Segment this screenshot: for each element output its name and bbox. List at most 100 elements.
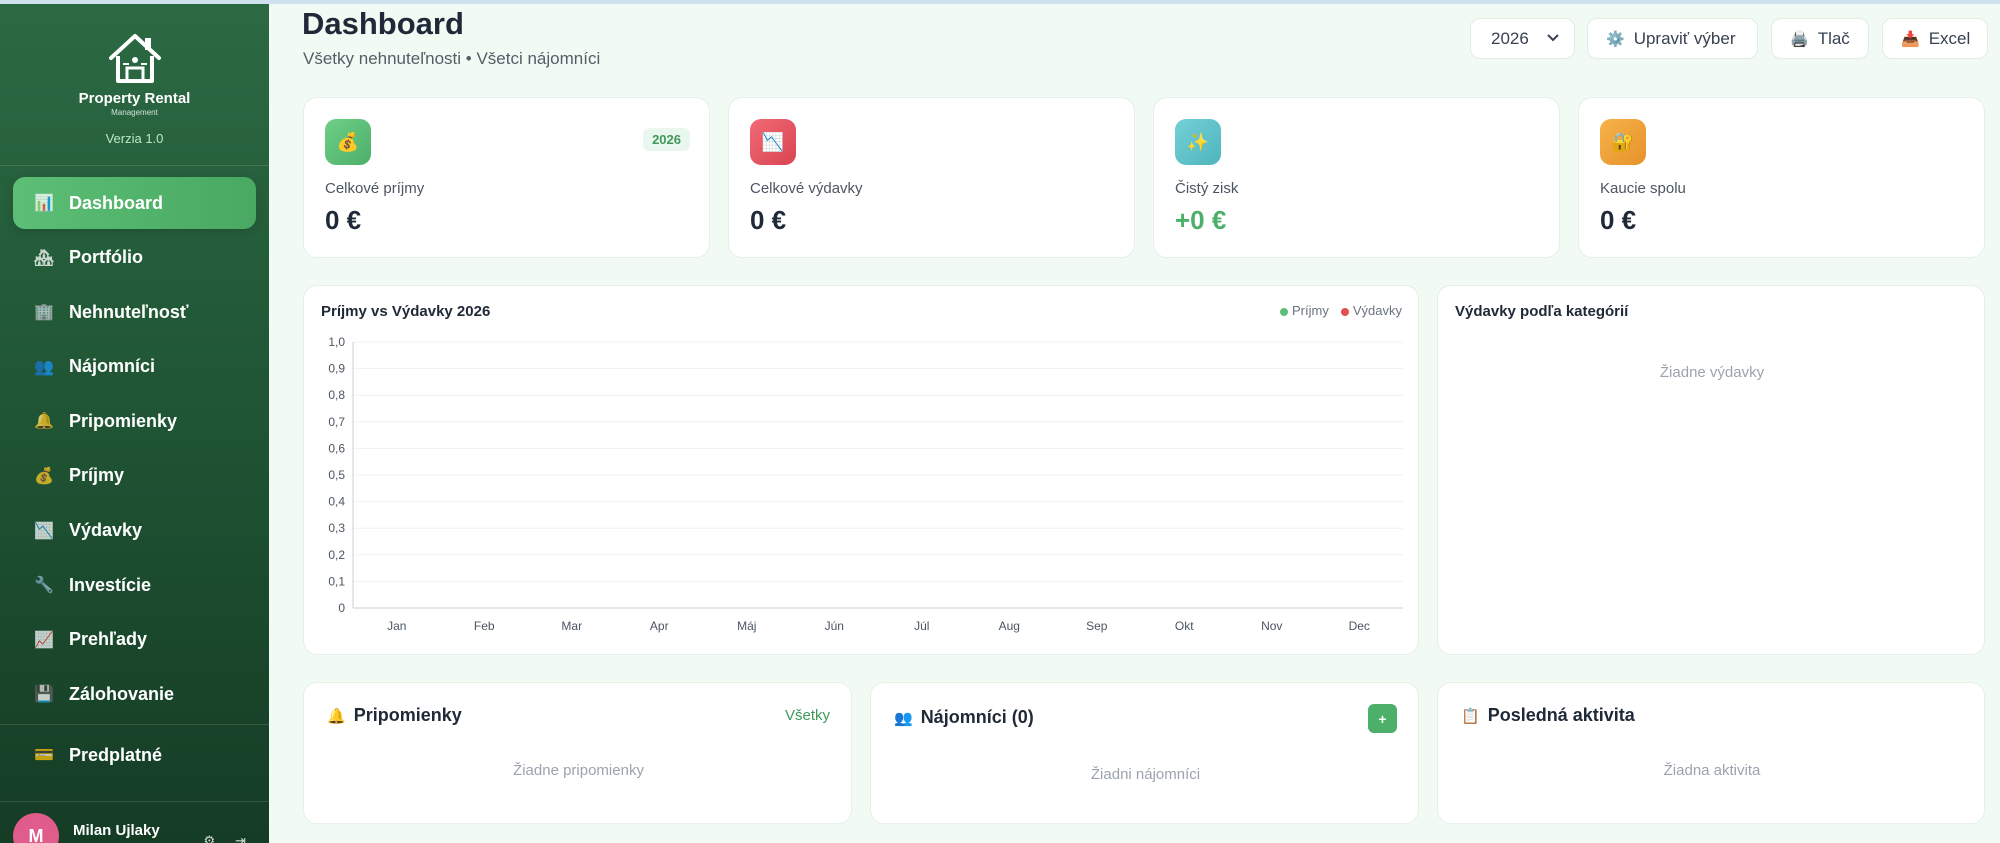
sidebar-item-label: Výdavky bbox=[69, 520, 143, 541]
sidebar-divider bbox=[0, 801, 269, 802]
building-icon: 🏢 bbox=[34, 304, 54, 322]
print-button[interactable]: 🖨️ Tlač bbox=[1771, 18, 1869, 59]
y-tick-label: 0,6 bbox=[328, 441, 345, 455]
sidebar-item-label: Príjmy bbox=[69, 465, 125, 486]
brand-name: Property Rental bbox=[78, 90, 191, 107]
sparkles-icon: ✨ bbox=[1175, 119, 1221, 165]
stat-label: Celkové príjmy bbox=[325, 180, 425, 197]
stat-label: Čistý zisk bbox=[1175, 180, 1239, 197]
x-tick-label: Nov bbox=[1261, 619, 1282, 633]
sidebar-nav: 📊 Dashboard 🏘 Portfólio 🏢 Nehnuteľnosť 👥 Náj… bbox=[13, 177, 256, 723]
sidebar-item-dashboard[interactable]: 📊 Dashboard bbox=[13, 177, 256, 229]
panel-title-label: Posledná aktivita bbox=[1487, 705, 1635, 725]
stat-icon-glyph: 🔐 bbox=[1611, 131, 1635, 152]
panel-title-label: Nájomníci (0) bbox=[920, 707, 1034, 727]
stat-label: Celkové výdavky bbox=[750, 180, 863, 197]
sidebar-item-expenses[interactable]: 📉 Výdavky bbox=[13, 505, 256, 557]
money-bag-icon: 💰 bbox=[325, 119, 371, 165]
avatar[interactable]: M bbox=[13, 813, 59, 843]
stat-card-expenses: 📉 Celkové výdavky 0 € bbox=[728, 97, 1135, 258]
stat-value: 0 € bbox=[750, 205, 787, 235]
edit-selection-label: Upraviť výber bbox=[1633, 28, 1736, 48]
chart-down-icon: 📉 bbox=[750, 119, 796, 165]
sidebar-item-backup[interactable]: 💾 Zálohovanie bbox=[13, 668, 256, 720]
stat-label: Kaucie spolu bbox=[1600, 180, 1686, 197]
panel-title: 📋 Posledná aktivita bbox=[1461, 705, 1635, 726]
user-actions: ⚙ ⇥ bbox=[203, 833, 246, 843]
y-tick-label: 0,2 bbox=[328, 548, 345, 562]
year-select[interactable]: 2026 bbox=[1470, 18, 1575, 59]
floppy-disk-icon: 💾 bbox=[34, 686, 54, 704]
sidebar-item-property[interactable]: 🏢 Nehnuteľnosť bbox=[13, 286, 256, 338]
x-tick-label: Jún bbox=[825, 619, 844, 633]
y-tick-label: 0,4 bbox=[328, 495, 345, 509]
sidebar-item-label: Zálohovanie bbox=[69, 683, 175, 704]
empty-state: Žiadni nájomníci bbox=[1090, 766, 1201, 783]
sidebar-item-label: Prehľady bbox=[69, 629, 147, 650]
houses-icon: 🏘 bbox=[33, 249, 55, 267]
logout-icon[interactable]: ⇥ bbox=[235, 833, 246, 843]
credit-card-icon: 💳 bbox=[34, 747, 54, 764]
panel-title: Výdavky podľa kategórií bbox=[1455, 303, 1629, 320]
y-tick-label: 1,0 bbox=[328, 335, 345, 349]
y-tick-label: 0,7 bbox=[328, 415, 345, 429]
sidebar-item-subscription[interactable]: 💳 Predplatné bbox=[13, 729, 256, 781]
sidebar-item-label: Pripomienky bbox=[69, 410, 178, 431]
sidebar-item-label: Investície bbox=[69, 574, 152, 595]
y-tick-label: 0,5 bbox=[328, 468, 345, 482]
people-icon: 👥 bbox=[894, 709, 913, 727]
sidebar-divider bbox=[0, 724, 269, 725]
x-tick-label: Mar bbox=[561, 619, 582, 633]
line-chart: 0 0,1 0,2 0,3 0,4 0,5 0,6 0,7 0,8 0,9 1,0 Jan Feb Mar… bbox=[328, 335, 1403, 633]
add-tenant-button[interactable]: + bbox=[1368, 704, 1397, 733]
house-logo-icon bbox=[108, 34, 161, 83]
sidebar-item-reports[interactable]: 📈 Prehľady bbox=[13, 614, 256, 666]
x-tick-label: Aug bbox=[999, 619, 1020, 633]
sidebar-item-income[interactable]: 💰 Príjmy bbox=[13, 450, 256, 502]
excel-export-button[interactable]: 📥 Excel bbox=[1882, 18, 1988, 59]
stat-card-deposits: 🔐 Kaucie spolu 0 € bbox=[1578, 97, 1985, 258]
edit-selection-button[interactable]: ⚙️ Upraviť výber bbox=[1587, 18, 1758, 59]
sidebar-item-tenants[interactable]: 👥 Nájomníci bbox=[13, 341, 256, 393]
stat-card-income: 💰 2026 Celkové príjmy 0 € bbox=[303, 97, 710, 258]
sidebar-item-investments[interactable]: 🔧 Investície bbox=[13, 559, 256, 611]
sidebar-item-portfolio[interactable]: 🏘 Portfólio bbox=[13, 232, 256, 284]
bell-icon: 🔔 bbox=[34, 413, 54, 431]
user-name: Milan Ujlaky bbox=[73, 822, 160, 839]
activity-panel: 📋 Posledná aktivita Žiadna aktivita bbox=[1437, 682, 1985, 824]
stat-icon-glyph: 📉 bbox=[761, 131, 785, 152]
gear-icon[interactable]: ⚙ bbox=[203, 833, 215, 843]
excel-label: Excel bbox=[1928, 28, 1971, 48]
sidebar-item-label: Nehnuteľnosť bbox=[69, 301, 189, 322]
download-icon: 📥 bbox=[1901, 30, 1920, 48]
sidebar-item-label: Portfólio bbox=[69, 247, 143, 268]
wrench-icon: 🔧 bbox=[34, 577, 54, 595]
chevron-down-icon bbox=[1547, 34, 1559, 42]
y-tick-label: 0,1 bbox=[328, 574, 345, 588]
expenses-by-category-panel: Výdavky podľa kategórií Žiadne výdavky bbox=[1437, 285, 1985, 655]
y-tick-label: 0 bbox=[338, 601, 345, 615]
clipboard-icon: 📋 bbox=[1461, 707, 1480, 725]
sidebar: Property Rental Management Verzia 1.0 📊 D… bbox=[0, 0, 269, 843]
page-title: Dashboard bbox=[302, 6, 464, 41]
all-reminders-link[interactable]: Všetky bbox=[785, 707, 830, 724]
sidebar-divider bbox=[0, 165, 269, 166]
x-tick-label: Feb bbox=[474, 619, 495, 633]
people-icon: 👥 bbox=[34, 358, 54, 376]
x-tick-label: Dec bbox=[1349, 619, 1370, 633]
sidebar-item-reminders[interactable]: 🔔 Pripomienky bbox=[13, 395, 256, 447]
income-expense-chart-panel: Príjmy vs Výdavky 2026 Príjmy Výdavky 00… bbox=[303, 285, 1419, 655]
x-tick-label: Okt bbox=[1175, 619, 1194, 633]
gear-icon: ⚙️ bbox=[1606, 30, 1625, 48]
sidebar-item-label: Predplatné bbox=[69, 744, 163, 765]
x-tick-label: Sep bbox=[1086, 619, 1108, 633]
money-bag-icon: 💰 bbox=[34, 467, 54, 485]
printer-icon: 🖨️ bbox=[1790, 30, 1809, 48]
window-top-border bbox=[0, 0, 2000, 4]
stat-card-net-profit: ✨ Čistý zisk +0 € bbox=[1153, 97, 1560, 258]
empty-state: Žiadna aktivita bbox=[1663, 762, 1761, 779]
y-tick-label: 0,3 bbox=[328, 521, 345, 535]
panel-title: 👥 Nájomníci (0) bbox=[894, 707, 1034, 728]
print-label: Tlač bbox=[1817, 28, 1850, 48]
stat-value: 0 € bbox=[1600, 205, 1637, 235]
